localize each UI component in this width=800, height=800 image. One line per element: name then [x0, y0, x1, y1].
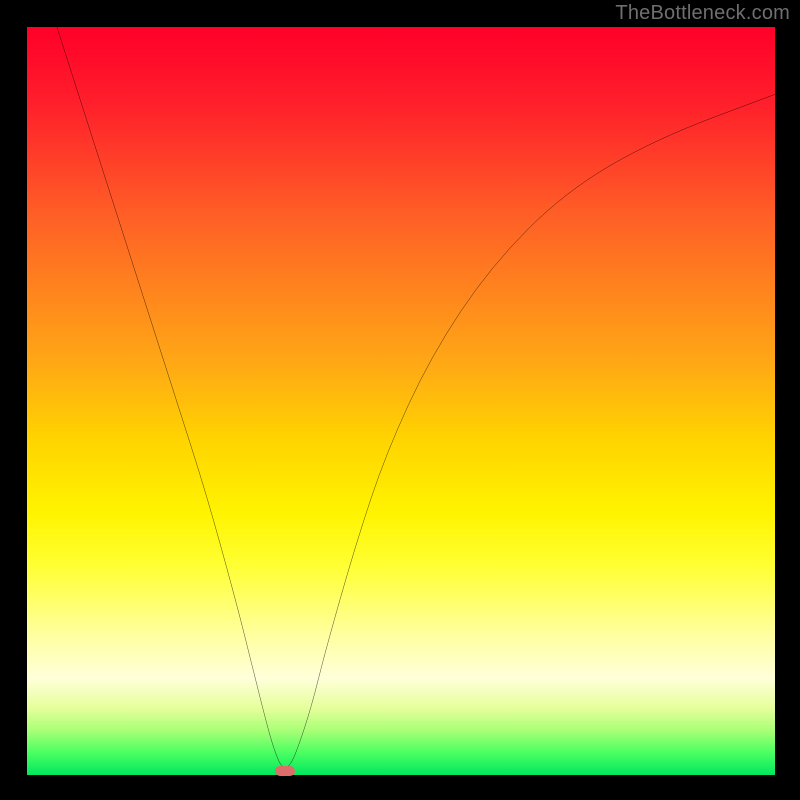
bottleneck-curve [27, 27, 775, 775]
plot-area [27, 27, 775, 775]
curve-path [57, 27, 775, 768]
watermark-text: TheBottleneck.com [615, 2, 790, 25]
optimal-marker [275, 766, 295, 776]
chart-frame: TheBottleneck.com [0, 0, 800, 800]
